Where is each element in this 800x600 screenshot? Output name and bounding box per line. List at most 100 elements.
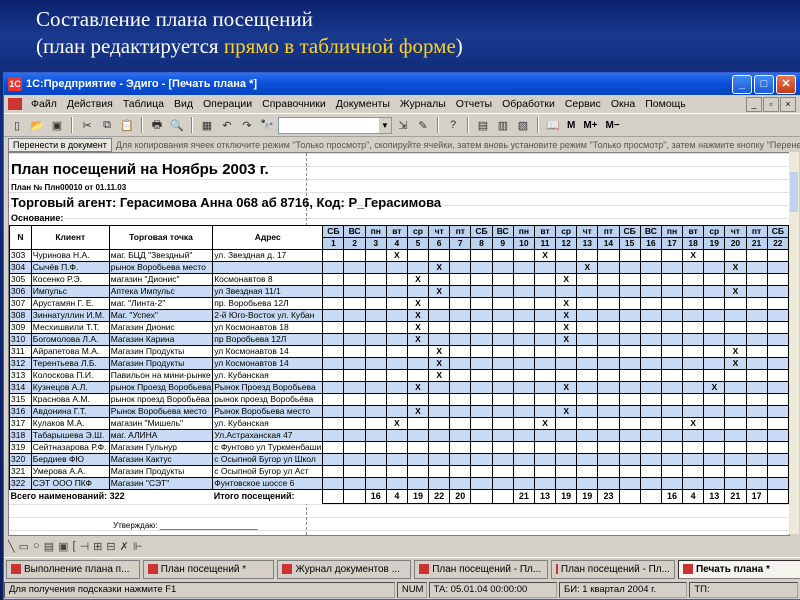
window-titlebar[interactable]: 1С 1С:Предприятие - Эдиго - [Печать план… bbox=[4, 73, 800, 95]
help-icon[interactable]: ? bbox=[444, 116, 462, 134]
visit-cell[interactable] bbox=[555, 477, 578, 490]
visit-cell[interactable] bbox=[491, 357, 514, 370]
visit-cell[interactable] bbox=[512, 285, 535, 298]
text-icon[interactable]: ▤ bbox=[44, 540, 54, 553]
visit-cell[interactable] bbox=[491, 405, 514, 418]
cell-outlet[interactable]: рынок Воробьева место bbox=[108, 261, 214, 274]
visit-cell[interactable]: X bbox=[428, 285, 451, 298]
align-icon[interactable]: ⊣ bbox=[80, 540, 90, 553]
find-icon[interactable]: 🔭 bbox=[258, 116, 276, 134]
visit-cell[interactable] bbox=[660, 465, 684, 478]
visit-cell[interactable] bbox=[449, 249, 472, 262]
visit-cell[interactable] bbox=[682, 261, 705, 274]
cell-address[interactable]: Космонавтов 8 bbox=[212, 273, 324, 286]
menu-item[interactable]: Сервис bbox=[560, 98, 606, 110]
visit-cell[interactable] bbox=[660, 357, 684, 370]
visit-cell[interactable] bbox=[491, 249, 514, 262]
table-row[interactable]: 307 Арустамян Г. Е. маг. "Линта-2" пр. Воро… bbox=[9, 297, 789, 310]
table-row[interactable]: 306 Импульс Аптека Импульс ул Звездная 11/1… bbox=[9, 285, 789, 298]
visit-cell[interactable] bbox=[766, 273, 789, 286]
visit-cell[interactable] bbox=[322, 393, 345, 406]
visit-cell[interactable] bbox=[724, 453, 747, 466]
visit-cell[interactable]: X bbox=[682, 417, 705, 430]
visit-cell[interactable] bbox=[364, 381, 387, 394]
visit-cell[interactable] bbox=[618, 465, 641, 478]
visit-cell[interactable] bbox=[597, 369, 620, 382]
visit-cell[interactable] bbox=[597, 465, 620, 478]
visit-cell[interactable] bbox=[533, 465, 557, 478]
visit-cell[interactable] bbox=[703, 297, 726, 310]
visit-cell[interactable] bbox=[322, 369, 345, 382]
visit-cell[interactable] bbox=[322, 297, 345, 310]
cell-outlet[interactable]: Аптека Импульс bbox=[108, 285, 214, 298]
visit-plan-table[interactable]: N Клиент Торговая точка Адрес СБ ВС пн вт ср чт пт… bbox=[9, 225, 789, 504]
zoom-m-button[interactable]: M bbox=[564, 120, 578, 131]
cell-address[interactable]: Ул.Астраханская 47 bbox=[212, 429, 324, 442]
visit-cell[interactable] bbox=[639, 345, 662, 358]
visit-cell[interactable] bbox=[343, 333, 366, 346]
cell-client[interactable]: Бердиев ФЮ bbox=[30, 453, 110, 466]
visit-cell[interactable] bbox=[576, 345, 599, 358]
visit-cell[interactable]: X bbox=[406, 297, 430, 310]
mdi-minimize-button[interactable]: _ bbox=[746, 97, 762, 112]
cell-n[interactable]: 308 bbox=[9, 309, 32, 322]
table-row[interactable]: 304 Сычёв П.Ф. рынок Воробьева место X X X bbox=[9, 261, 789, 274]
visit-cell[interactable] bbox=[745, 465, 768, 478]
visit-cell[interactable] bbox=[597, 345, 620, 358]
cell-address[interactable]: пр. Воробьева 12Л bbox=[212, 297, 324, 310]
visit-cell[interactable] bbox=[618, 369, 641, 382]
visit-cell[interactable] bbox=[512, 417, 535, 430]
visit-cell[interactable] bbox=[470, 477, 493, 490]
visit-cell[interactable] bbox=[597, 441, 620, 454]
visit-cell[interactable] bbox=[576, 465, 599, 478]
cell-client[interactable]: Зиннатуллин И.М. bbox=[30, 309, 110, 322]
cell-n[interactable]: 317 bbox=[9, 417, 32, 430]
cell-client[interactable]: Косенко Р.Э. bbox=[30, 273, 110, 286]
visit-cell[interactable] bbox=[512, 381, 535, 394]
table-row[interactable]: 322 СЭТ ООО ПКФ Магазин "СЭТ" Фунтовское шо… bbox=[9, 477, 789, 490]
visit-cell[interactable] bbox=[428, 405, 451, 418]
visit-cell[interactable] bbox=[385, 441, 408, 454]
cell-client[interactable]: Богомолова Л.А. bbox=[30, 333, 110, 346]
visit-cell[interactable] bbox=[428, 477, 451, 490]
visit-cell[interactable] bbox=[766, 357, 789, 370]
visit-cell[interactable] bbox=[449, 285, 472, 298]
visit-cell[interactable] bbox=[406, 249, 430, 262]
visit-cell[interactable] bbox=[428, 417, 451, 430]
visit-cell[interactable] bbox=[533, 441, 557, 454]
disable-icon[interactable]: ✗ bbox=[120, 540, 129, 553]
visit-cell[interactable]: X bbox=[428, 345, 451, 358]
visit-cell[interactable] bbox=[322, 309, 345, 322]
visit-cell[interactable] bbox=[682, 285, 705, 298]
visit-cell[interactable] bbox=[597, 261, 620, 274]
visit-cell[interactable] bbox=[533, 429, 557, 442]
preview-icon[interactable]: 🔍 bbox=[168, 116, 186, 134]
visit-cell[interactable]: X bbox=[555, 309, 578, 322]
visit-cell[interactable] bbox=[364, 465, 387, 478]
visit-cell[interactable] bbox=[385, 429, 408, 442]
visit-cell[interactable] bbox=[745, 369, 768, 382]
cell-n[interactable]: 309 bbox=[9, 321, 32, 334]
visit-cell[interactable] bbox=[724, 441, 747, 454]
visit-cell[interactable] bbox=[364, 477, 387, 490]
visit-cell[interactable] bbox=[576, 273, 599, 286]
visit-cell[interactable] bbox=[745, 405, 768, 418]
visit-cell[interactable] bbox=[597, 381, 620, 394]
visit-cell[interactable] bbox=[512, 273, 535, 286]
visit-cell[interactable]: X bbox=[724, 261, 747, 274]
visit-cell[interactable] bbox=[555, 369, 578, 382]
visit-cell[interactable] bbox=[703, 261, 726, 274]
visit-cell[interactable] bbox=[639, 309, 662, 322]
window-tab[interactable]: Журнал документов ... bbox=[277, 559, 412, 579]
visit-cell[interactable] bbox=[766, 405, 789, 418]
visit-cell[interactable] bbox=[576, 297, 599, 310]
visit-cell[interactable] bbox=[343, 453, 366, 466]
cell-n[interactable]: 319 bbox=[9, 441, 32, 454]
table-row[interactable]: 314 Кузнецов А.Л. рынок Проезд Воробьева Ры… bbox=[9, 381, 789, 394]
cell-n[interactable]: 316 bbox=[9, 405, 32, 418]
visit-cell[interactable] bbox=[703, 309, 726, 322]
visit-cell[interactable] bbox=[406, 465, 430, 478]
visit-cell[interactable] bbox=[660, 405, 684, 418]
window-tab[interactable]: Печать плана * bbox=[677, 559, 800, 579]
visit-cell[interactable] bbox=[428, 441, 451, 454]
